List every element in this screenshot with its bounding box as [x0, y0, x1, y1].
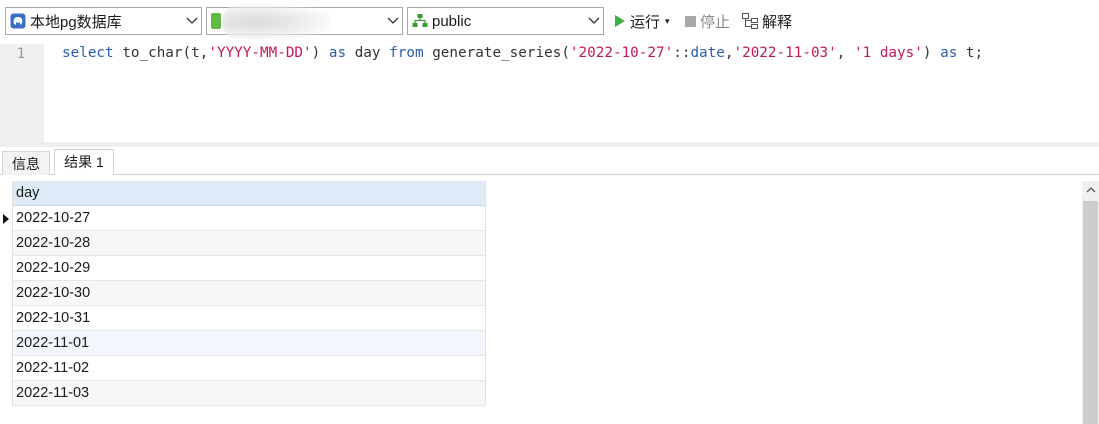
- sql-token: day: [354, 45, 381, 61]
- table-row[interactable]: 2022-11-03: [0, 381, 486, 406]
- row-selector[interactable]: [0, 256, 13, 281]
- table-cell[interactable]: 2022-11-02: [13, 356, 486, 381]
- sql-token: generate_series: [432, 45, 562, 61]
- sql-editor[interactable]: 1 select to_char(t,'YYYY-MM-DD') as day …: [0, 44, 1099, 142]
- schema-label: public: [432, 12, 472, 30]
- sql-token: to_char: [122, 45, 183, 61]
- play-icon: [614, 14, 626, 28]
- table-row[interactable]: 2022-10-28: [0, 231, 486, 256]
- line-number: 1: [16, 46, 26, 62]
- result-tabs: 信息 结果 1: [0, 147, 1099, 175]
- scrollbar-thumb[interactable]: [1083, 201, 1098, 424]
- schema-select[interactable]: public: [407, 7, 604, 35]
- sql-string-literal: '1 days': [854, 45, 923, 61]
- table-cell[interactable]: 2022-10-29: [13, 256, 486, 281]
- result-grid: day 2022-10-27 2022-10-28 2022-10-29 2022-1…: [0, 181, 486, 406]
- explain-icon: [742, 13, 758, 29]
- vertical-scrollbar[interactable]: [1082, 181, 1099, 424]
- schema-icon: [412, 13, 428, 29]
- line-number-gutter: 1: [0, 44, 44, 142]
- sql-keyword: date: [690, 45, 725, 61]
- sql-keyword: as: [328, 45, 347, 61]
- explain-label: 解释: [762, 13, 793, 31]
- table-row[interactable]: 2022-11-02: [0, 356, 486, 381]
- run-button[interactable]: 运行 ▾: [614, 10, 670, 32]
- sql-string-literal: '2022-11-03': [733, 45, 837, 61]
- column-header-day[interactable]: day: [13, 181, 486, 206]
- redacted-database-name: [222, 4, 332, 40]
- sql-token: ;: [974, 45, 984, 61]
- explain-button[interactable]: 解释: [742, 10, 792, 32]
- table-cell[interactable]: 2022-10-28: [13, 231, 486, 256]
- row-selector[interactable]: [0, 331, 13, 356]
- run-label: 运行: [630, 13, 661, 31]
- table-cell[interactable]: 2022-10-30: [13, 281, 486, 306]
- sql-token: (: [561, 45, 570, 61]
- elephant-icon: [10, 13, 26, 29]
- sql-token: ,: [836, 45, 854, 61]
- scroll-up-icon[interactable]: [1082, 181, 1099, 198]
- row-selector-corner[interactable]: [0, 181, 13, 206]
- chevron-down-icon[interactable]: [183, 8, 201, 34]
- run-dropdown-icon[interactable]: ▾: [665, 16, 670, 27]
- chevron-down-icon[interactable]: [585, 8, 603, 34]
- sql-token: t: [965, 45, 975, 61]
- sql-token: t: [191, 45, 200, 61]
- sql-keyword: from: [389, 45, 424, 61]
- sql-string-literal: 'YYYY-MM-DD': [208, 45, 312, 61]
- sql-string-literal: '2022-10-27': [569, 45, 674, 61]
- table-cell[interactable]: 2022-10-31: [13, 306, 486, 331]
- sql-keyword: select: [62, 45, 114, 61]
- stop-button[interactable]: 停止: [685, 10, 730, 32]
- table-row[interactable]: 2022-10-27: [0, 206, 486, 231]
- row-selector[interactable]: [0, 206, 13, 231]
- row-selector[interactable]: [0, 306, 13, 331]
- sql-token: ::: [673, 45, 691, 61]
- table-row[interactable]: 2022-10-29: [0, 256, 486, 281]
- sql-token: ): [922, 45, 941, 61]
- connection-label: 本地pg数据库: [30, 13, 122, 31]
- toolbar: 本地pg数据库 public 运行 ▾ 停止 解释: [0, 0, 1099, 44]
- table-row[interactable]: 2022-10-30: [0, 281, 486, 306]
- sql-token: ): [311, 45, 329, 61]
- stop-icon: [685, 15, 696, 27]
- database-icon: [211, 13, 221, 29]
- grid-header-row: day: [0, 181, 486, 206]
- table-cell[interactable]: 2022-11-01: [13, 331, 486, 356]
- sql-token: (: [182, 45, 192, 61]
- chevron-down-icon[interactable]: [384, 8, 402, 34]
- row-selector[interactable]: [0, 231, 13, 256]
- sql-keyword: as: [940, 45, 958, 61]
- sql-code-line[interactable]: select to_char(t,'YYYY-MM-DD') as day fr…: [62, 45, 983, 61]
- row-selector[interactable]: [0, 356, 13, 381]
- row-selector[interactable]: [0, 381, 13, 406]
- connection-select[interactable]: 本地pg数据库: [5, 7, 202, 35]
- row-selector[interactable]: [0, 281, 13, 306]
- tab-info[interactable]: 信息: [2, 151, 50, 175]
- table-row[interactable]: 2022-10-31: [0, 306, 486, 331]
- stop-label: 停止: [700, 13, 731, 31]
- table-row[interactable]: 2022-11-01: [0, 331, 486, 356]
- current-row-marker-icon: [3, 213, 9, 224]
- table-cell[interactable]: 2022-10-27: [13, 206, 486, 231]
- tab-result-1[interactable]: 结果 1: [54, 149, 114, 175]
- table-cell[interactable]: 2022-11-03: [13, 381, 486, 406]
